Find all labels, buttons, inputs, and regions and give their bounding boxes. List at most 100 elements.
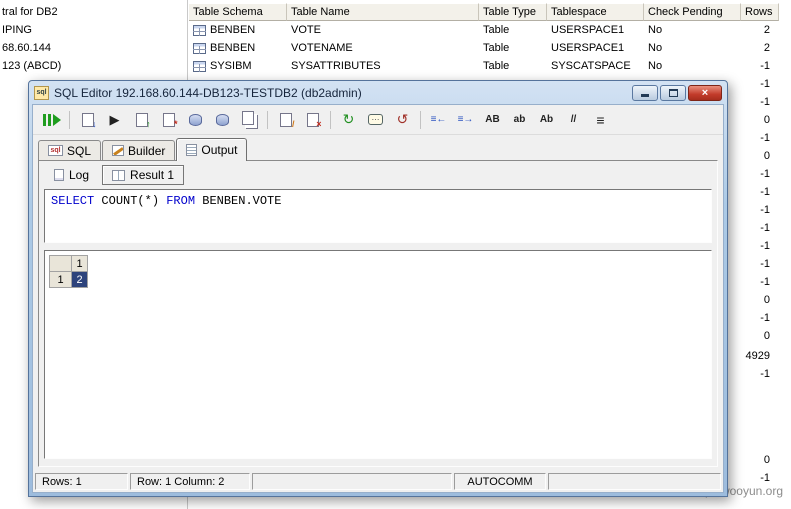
subtab-result-1[interactable]: Result 1 (102, 165, 185, 185)
table-icon (193, 42, 206, 54)
cell-name: SYSATTRIBUTES (291, 60, 381, 72)
close-icon: × (701, 86, 709, 99)
grid-selected-cell[interactable]: 2 (72, 272, 88, 288)
indent-icon: ≡→ (457, 114, 474, 125)
cell-schema: BENBEN (189, 21, 287, 39)
lowercase-button[interactable]: ab (508, 109, 531, 131)
table-icon (193, 60, 206, 72)
rows-count-value: 4929 (745, 350, 770, 362)
rows-count-value: -1 (760, 132, 770, 144)
rows-count-value: -1 (760, 186, 770, 198)
format-button[interactable]: ≡ (589, 109, 612, 131)
screen: tral for DB2 IPING 68.60.144 123 (ABCD) … (0, 0, 791, 509)
tree-item[interactable]: IPING (0, 21, 186, 39)
cell-tablespace: USERSPACE1 (551, 42, 625, 54)
explain-button[interactable] (184, 109, 207, 131)
capitalize-icon: Ab (539, 114, 554, 125)
tree-item[interactable]: tral for DB2 (0, 3, 186, 21)
minimize-button[interactable] (632, 84, 658, 101)
tab-output[interactable]: Output (176, 138, 248, 161)
cell-schema-text: BENBEN (210, 42, 256, 54)
indent-button[interactable]: ≡→ (454, 109, 477, 131)
log-icon (54, 169, 64, 181)
column-header-table-name[interactable]: Table Name (287, 3, 479, 21)
tab-builder[interactable]: Builder (102, 140, 176, 160)
lowercase-icon: ab (513, 114, 526, 125)
result-grid-data-row: 1 2 (50, 272, 88, 288)
rows-count-value: 0 (763, 330, 770, 342)
open-script-button[interactable]: ↑ (130, 109, 153, 131)
sql-keyword: FROM (166, 194, 196, 208)
commit-button[interactable]: ↻ (337, 109, 360, 131)
copy-button[interactable] (238, 109, 261, 131)
cell-tablespace: SYSCATSPACE (551, 60, 631, 72)
sql-assist-button[interactable]: * (157, 109, 180, 131)
sql-statement-view[interactable]: SELECT COUNT(*) FROM BENBEN.VOTE (44, 189, 712, 243)
export-results-button[interactable]: ↓ (76, 109, 99, 131)
open-script-icon: ↑ (135, 112, 151, 128)
column-header-table-type[interactable]: Table Type (479, 3, 547, 21)
rows-count-value: -1 (760, 78, 770, 90)
table-row[interactable]: SYSIBM SYSATTRIBUTES Table SYSCATSPACE N… (189, 57, 791, 75)
grid-row-header[interactable]: 1 (50, 272, 72, 288)
rows-count-value: 2 (763, 42, 770, 54)
clear-icon: × (306, 112, 322, 128)
comment-button[interactable]: // (562, 109, 585, 131)
title-bar[interactable]: sql SQL Editor 192.168.60.144-DB123-TEST… (32, 81, 724, 104)
grid-corner-cell[interactable] (50, 256, 72, 272)
sql-editor-window: sql SQL Editor 192.168.60.144-DB123-TEST… (28, 80, 728, 497)
rows-count-value: 0 (763, 454, 770, 466)
table-row[interactable]: BENBEN VOTENAME Table USERSPACE1 No (189, 39, 791, 57)
uppercase-button[interactable]: AB (481, 109, 504, 131)
run-button[interactable]: ▶ (103, 109, 126, 131)
result-area[interactable]: 1 1 2 (44, 250, 712, 459)
messages-button[interactable]: ⋯ (364, 109, 387, 131)
export-results-icon: ↓ (81, 112, 97, 128)
tab-label: Output (201, 143, 238, 157)
editor-tabs: sql SQL Builder Output (33, 135, 723, 161)
outdent-icon: ≡← (430, 114, 447, 125)
maximize-button[interactable] (660, 84, 686, 101)
tree-item[interactable]: 123 (ABCD) (0, 57, 186, 75)
status-panel-empty (548, 473, 721, 490)
toolbar-separator (420, 110, 421, 129)
run-icon: ▶ (109, 111, 120, 127)
rows-count-value: 0 (763, 114, 770, 126)
rows-count-value: 2 (763, 24, 770, 36)
close-button[interactable]: × (688, 84, 722, 101)
maximize-icon (668, 88, 678, 97)
column-header-tablespace[interactable]: Tablespace (547, 3, 644, 21)
rollback-button[interactable]: ↺ (391, 109, 414, 131)
toolbar-separator (330, 110, 331, 129)
output-subtabs: Log Result 1 (39, 161, 717, 188)
execute-all-button[interactable] (40, 109, 63, 131)
table-row[interactable]: BENBEN VOTE Table USERSPACE1 No (189, 21, 791, 39)
cell-check-pending: No (648, 24, 663, 36)
minimize-icon (641, 93, 649, 97)
result-grid-header-row: 1 (50, 256, 88, 272)
edit-button[interactable]: / (274, 109, 297, 131)
clear-button[interactable]: × (301, 109, 324, 131)
column-header-table-schema[interactable]: Table Schema (189, 3, 287, 21)
database-button[interactable] (211, 109, 234, 131)
output-tab-icon (186, 144, 198, 156)
comment-icon: // (570, 114, 577, 125)
cell-schema-text: SYSIBM (210, 60, 252, 72)
column-header-rows[interactable]: Rows (741, 3, 779, 21)
rollback-icon: ↺ (396, 111, 409, 127)
output-page: Log Result 1 SELECT COUNT(*) FROM BENBEN… (38, 160, 718, 467)
grid-column-header[interactable]: 1 (72, 256, 88, 272)
subtab-label: Result 1 (130, 168, 175, 182)
outdent-button[interactable]: ≡← (427, 109, 450, 131)
tab-sql[interactable]: sql SQL (38, 140, 102, 160)
subtab-log[interactable]: Log (44, 165, 99, 185)
column-header-check-pending[interactable]: Check Pending (644, 3, 741, 21)
status-panel-empty (252, 473, 452, 490)
capitalize-button[interactable]: Ab (535, 109, 558, 131)
sql-tab-icon: sql (48, 145, 63, 156)
sql-editor-window-icon: sql (34, 85, 49, 100)
result-grid-icon (112, 169, 126, 181)
status-bar: Rows: 1 Row: 1 Column: 2 AUTOCOMM (33, 471, 723, 492)
cell-name: VOTENAME (291, 42, 353, 54)
tree-item[interactable]: 68.60.144 (0, 39, 186, 57)
